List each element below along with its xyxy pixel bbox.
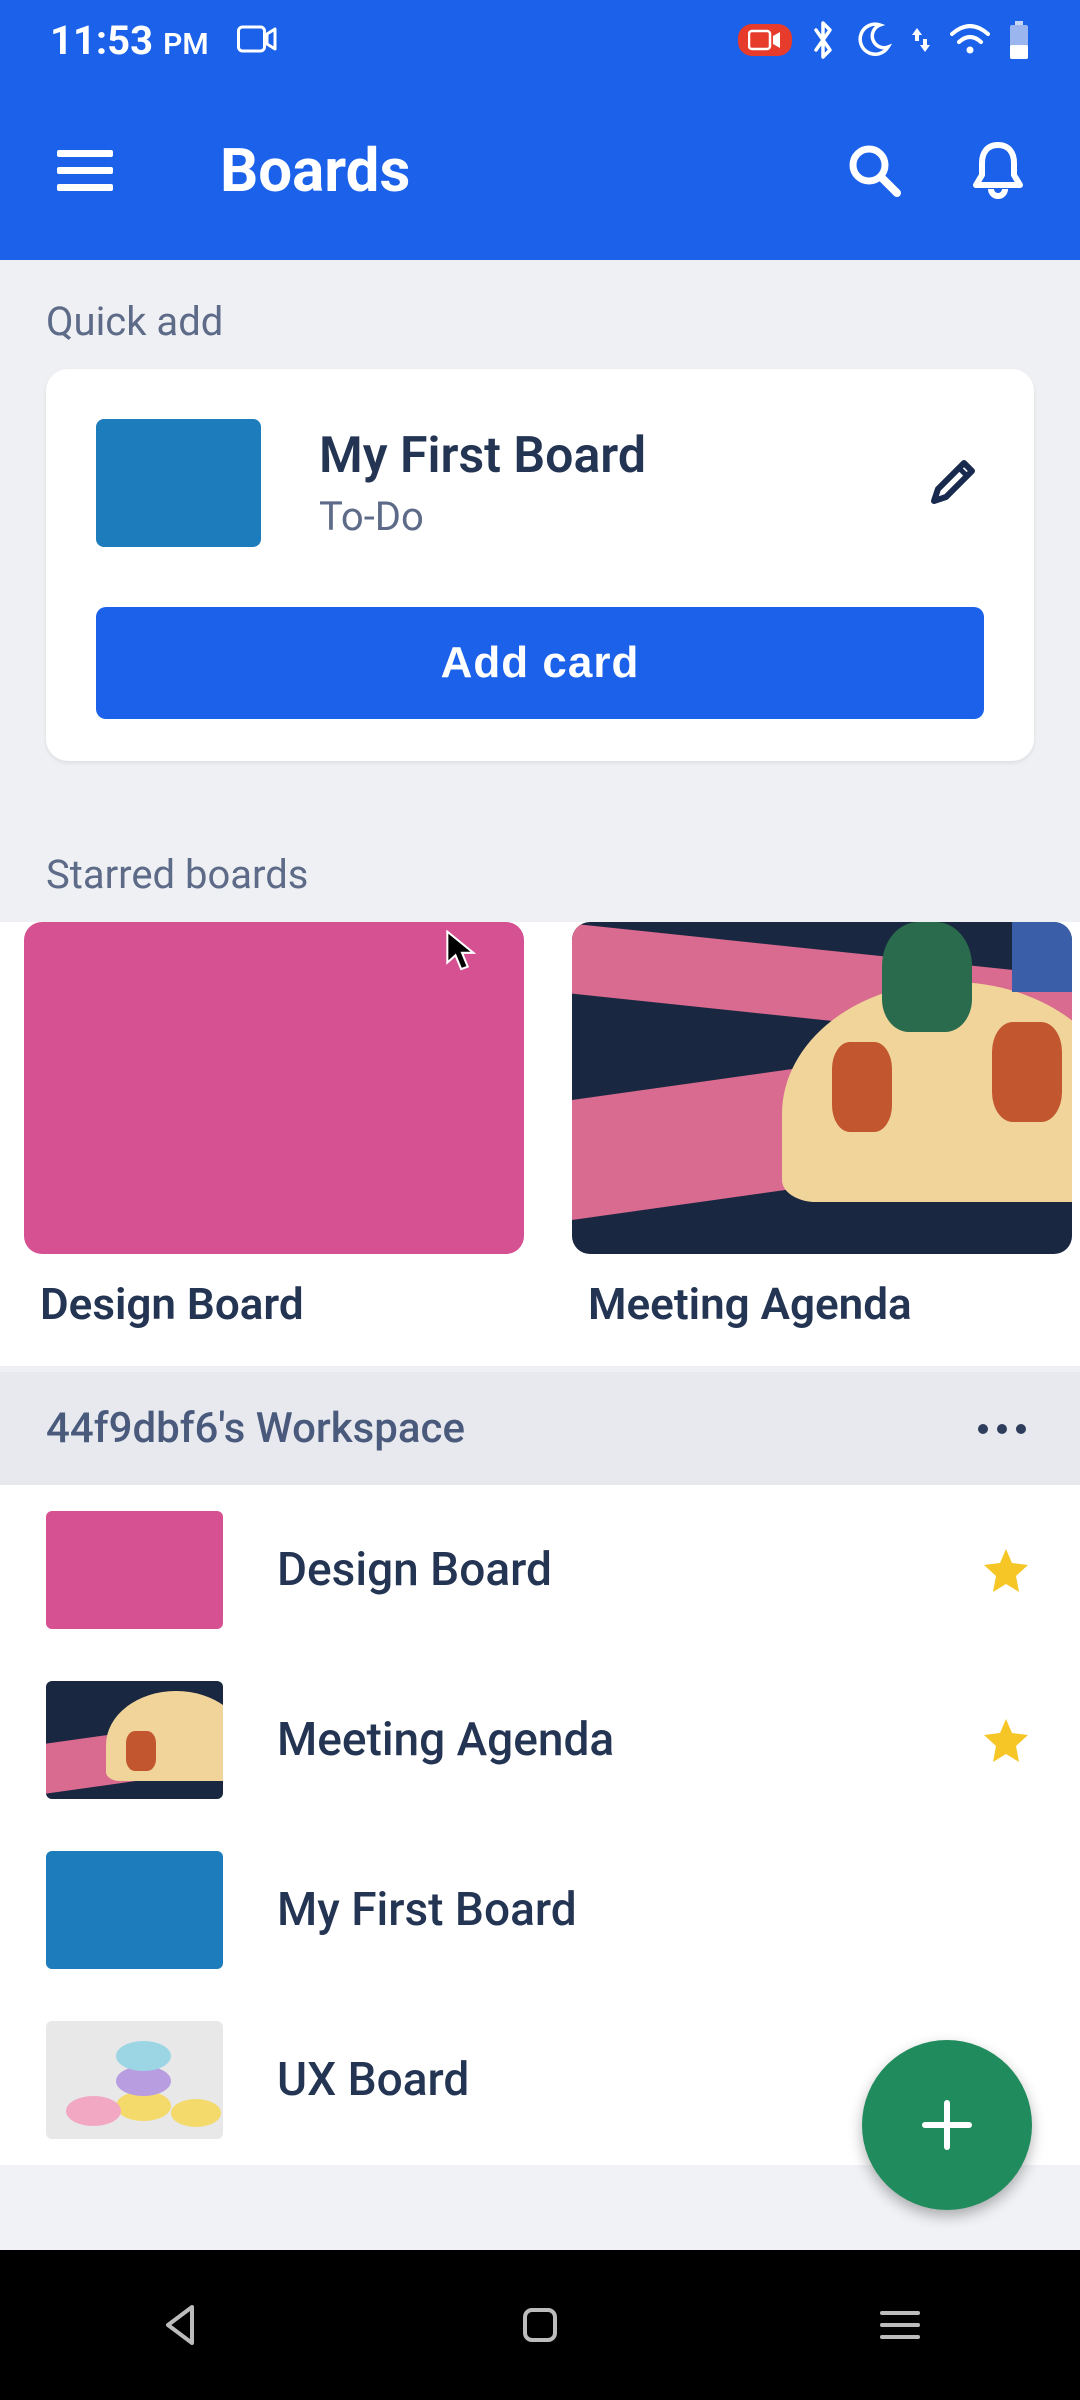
board-row-myfirst[interactable]: My First Board [0,1825,1080,1995]
quick-add-text: My First Board To-Do [319,427,920,540]
search-icon [847,143,901,197]
screen-record-icon [738,24,792,56]
star-filled-icon [982,1716,1030,1764]
app-bar: Boards [0,80,1080,260]
board-cover [24,922,524,1254]
quick-add-row[interactable]: My First Board To-Do [96,419,984,547]
wifi-icon [950,24,990,56]
search-button[interactable] [842,138,906,202]
quick-add-edit-button[interactable] [920,451,984,515]
nav-back-icon [160,2303,200,2347]
star-button[interactable] [978,1542,1034,1598]
status-right [738,20,1030,60]
nav-recents-button[interactable] [860,2295,940,2355]
quick-add-board-title: My First Board [319,427,920,485]
board-name-label: My First Board [277,1883,1034,1937]
board-row-meeting[interactable]: Meeting Agenda [0,1655,1080,1825]
bell-icon [972,141,1024,199]
menu-button[interactable] [50,135,120,205]
notifications-button[interactable] [966,138,1030,202]
pencil-icon [926,457,978,509]
quick-add-heading: Quick add [0,260,1080,369]
create-fab[interactable] [862,2040,1032,2210]
data-transfer-icon [910,23,932,57]
nav-home-icon [520,2305,560,2345]
board-name-label: Design Board [24,1278,524,1330]
moon-icon [854,21,892,59]
add-card-button[interactable]: Add card [96,607,984,719]
quick-add-card: My First Board To-Do Add card [46,369,1034,761]
board-name-label: Design Board [277,1543,978,1597]
board-row-design[interactable]: Design Board [0,1485,1080,1655]
star-filled-icon [982,1546,1030,1594]
board-thumb [46,1511,223,1629]
content: Quick add My First Board To-Do Add card … [0,260,1080,2165]
workspace-header[interactable]: 44f9dbf6's Workspace [0,1372,1080,1485]
status-bar: 11:53 PM [0,0,1080,80]
starred-board-meeting[interactable]: Meeting Agenda [572,922,1072,1330]
board-name-label: Meeting Agenda [572,1278,1072,1330]
board-thumb [46,1851,223,1969]
starred-boards-heading: Starred boards [0,761,1080,922]
nav-back-button[interactable] [140,2295,220,2355]
board-thumb [46,1681,223,1799]
menu-icon [57,148,113,192]
workspace-name: 44f9dbf6's Workspace [46,1404,465,1453]
page-title: Boards [220,135,842,206]
nav-home-button[interactable] [500,2295,580,2355]
battery-icon [1008,21,1030,59]
board-thumb [46,2021,223,2139]
status-left: 11:53 PM [50,17,277,64]
starred-boards-scroll[interactable]: Design Board Meeting Agenda [0,922,1080,1366]
status-period: PM [163,27,209,62]
nav-recents-icon [878,2308,922,2342]
starred-board-design[interactable]: Design Board [24,922,524,1330]
bluetooth-icon [810,20,836,60]
workspace-more-button[interactable] [970,1409,1034,1449]
status-time: 11:53 [50,17,153,64]
quick-add-board-thumb [96,419,261,547]
more-horizontal-icon [977,1423,1027,1435]
board-name-label: Meeting Agenda [277,1713,978,1767]
camera-outline-icon [237,24,277,54]
board-cover [572,922,1072,1254]
plus-icon [915,2093,979,2157]
app-bar-actions [842,138,1030,202]
star-button[interactable] [978,1712,1034,1768]
system-nav-bar [0,2250,1080,2400]
quick-add-list-name: To-Do [319,493,920,540]
